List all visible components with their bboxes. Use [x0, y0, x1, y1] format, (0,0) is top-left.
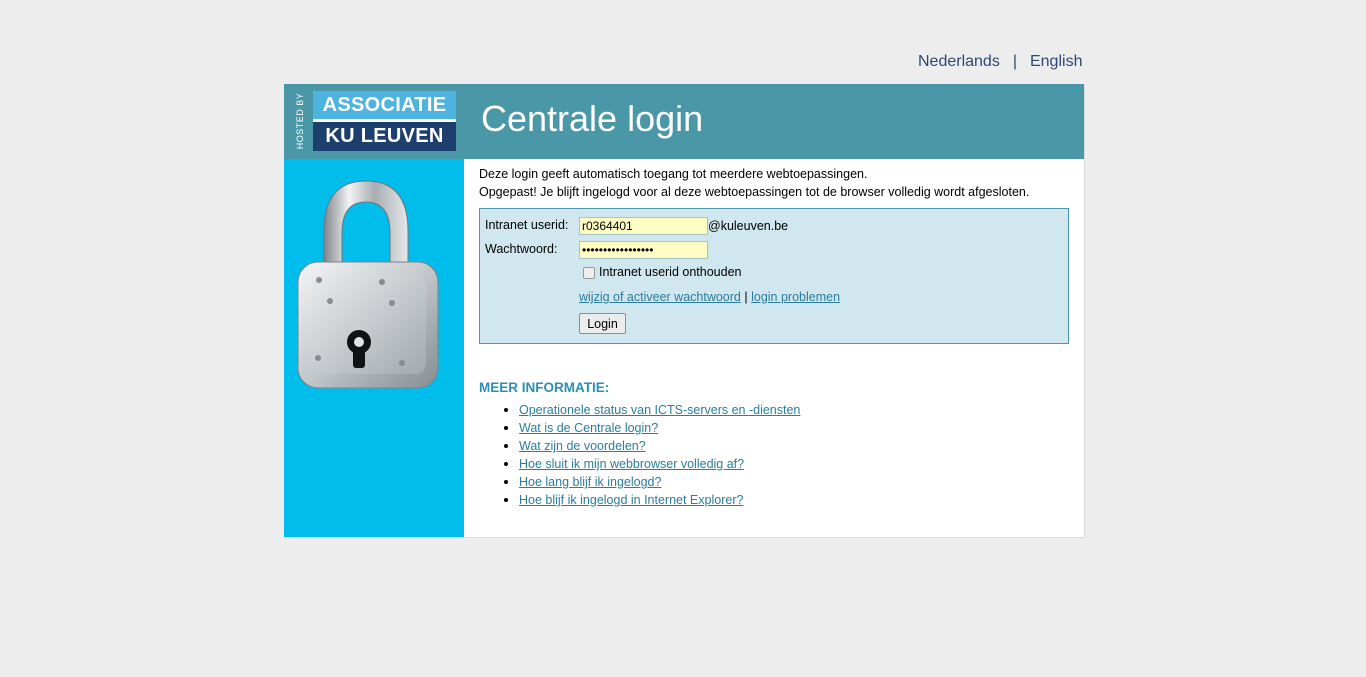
list-item: Hoe lang blijf ik ingelogd?	[503, 473, 800, 491]
language-link-english[interactable]: English	[1030, 53, 1082, 70]
userid-label: Intranet userid:	[485, 218, 569, 232]
list-item: Operationele status van ICTS-servers en …	[503, 401, 800, 419]
associatie-logo: ASSOCIATIE KU LEUVEN	[313, 91, 456, 151]
login-button[interactable]: Login	[579, 313, 626, 334]
password-input[interactable]	[579, 241, 708, 259]
intro-line-2: Opgepast! Je blijft ingelogd voor al dez…	[479, 185, 1030, 199]
list-item: Hoe blijf ik ingelogd in Internet Explor…	[503, 491, 800, 509]
links-separator: |	[744, 290, 748, 304]
list-item: Hoe sluit ik mijn webbrowser volledig af…	[503, 455, 800, 473]
info-link-how-long-logged-in[interactable]: Hoe lang blijf ik ingelogd?	[519, 475, 661, 489]
remember-userid-label[interactable]: Intranet userid onthouden	[599, 265, 741, 279]
remember-userid-checkbox[interactable]	[583, 267, 595, 279]
sidebar	[284, 159, 464, 537]
padlock-icon	[297, 180, 439, 389]
userid-input[interactable]	[579, 217, 708, 235]
intro-line-1: Deze login geeft automatisch toegang tot…	[479, 167, 868, 181]
page-header: HOSTED BY ASSOCIATIE KU LEUVEN Centrale …	[284, 84, 1084, 159]
login-problems-link[interactable]: login problemen	[751, 290, 840, 304]
password-label: Wachtwoord:	[485, 242, 558, 256]
userid-domain-suffix: @kuleuven.be	[708, 219, 789, 233]
language-separator: |	[1012, 53, 1017, 70]
account-links: wijzig of activeer wachtwoord | login pr…	[579, 290, 840, 304]
login-card: HOSTED BY ASSOCIATIE KU LEUVEN Centrale …	[284, 84, 1085, 538]
logo-bottom-text: KU LEUVEN	[313, 122, 456, 151]
more-info-list: Operationele status van ICTS-servers en …	[503, 401, 800, 509]
info-link-internet-explorer[interactable]: Hoe blijf ik ingelogd in Internet Explor…	[519, 493, 743, 507]
info-link-close-browser[interactable]: Hoe sluit ik mijn webbrowser volledig af…	[519, 457, 744, 471]
list-item: Wat zijn de voordelen?	[503, 437, 800, 455]
change-password-link[interactable]: wijzig of activeer wachtwoord	[579, 290, 741, 304]
more-info-heading: MEER INFORMATIE:	[479, 380, 610, 395]
info-link-advantages[interactable]: Wat zijn de voordelen?	[519, 439, 646, 453]
language-switcher: Nederlands | English	[918, 53, 1082, 71]
hosted-by-label: HOSTED BY	[295, 92, 305, 150]
language-link-dutch[interactable]: Nederlands	[918, 53, 1000, 70]
logo-top-text: ASSOCIATIE	[313, 91, 456, 119]
info-link-icts-status[interactable]: Operationele status van ICTS-servers en …	[519, 403, 800, 417]
login-form: Intranet userid: @kuleuven.be Wachtwoord…	[479, 208, 1069, 344]
intro-text: Deze login geeft automatisch toegang tot…	[479, 165, 1029, 201]
list-item: Wat is de Centrale login?	[503, 419, 800, 437]
page-title: Centrale login	[481, 98, 704, 139]
info-link-what-is-central-login[interactable]: Wat is de Centrale login?	[519, 421, 658, 435]
